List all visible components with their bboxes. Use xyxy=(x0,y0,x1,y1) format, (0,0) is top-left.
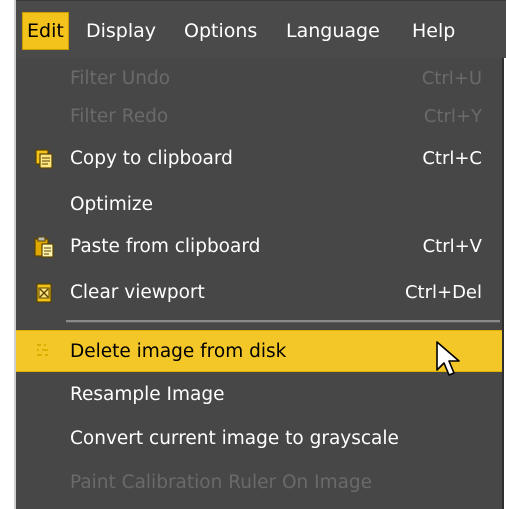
clear-viewport-icon xyxy=(33,282,55,304)
menu-item-label: Paste from clipboard xyxy=(70,236,261,257)
menu-item-delete-image-from-disk[interactable]: Delete image from disk xyxy=(16,330,502,372)
menu-options[interactable]: Options xyxy=(184,11,257,51)
menu-item-shortcut: Ctrl+Y xyxy=(423,106,482,127)
menu-item-label: Delete image from disk xyxy=(70,341,287,362)
mouse-pointer-icon xyxy=(434,340,464,380)
menu-item-filter-undo[interactable]: Filter Undo Ctrl+U xyxy=(16,58,502,100)
menu-item-paste-from-clipboard[interactable]: Paste from clipboard Ctrl+V xyxy=(16,226,502,268)
edit-dropdown-menu: Filter Undo Ctrl+U Filter Redo Ctrl+Y Co… xyxy=(16,58,504,509)
menu-item-filter-redo[interactable]: Filter Redo Ctrl+Y xyxy=(16,96,502,138)
menu-item-shortcut: Ctrl+U xyxy=(421,68,482,89)
copy-icon xyxy=(33,148,55,170)
menu-item-copy-to-clipboard[interactable]: Copy to clipboard Ctrl+C xyxy=(16,138,502,180)
menu-item-label: Optimize xyxy=(70,194,153,215)
menu-item-optimize[interactable]: Optimize xyxy=(16,184,502,226)
paste-icon xyxy=(33,236,55,258)
menu-item-convert-to-grayscale[interactable]: Convert current image to grayscale xyxy=(16,418,502,460)
menu-separator xyxy=(66,320,500,323)
menu-item-label: Filter Undo xyxy=(70,68,171,89)
menu-language[interactable]: Language xyxy=(286,11,380,51)
menu-item-label: Filter Redo xyxy=(70,106,169,127)
menu-item-shortcut: Ctrl+Del xyxy=(404,282,482,303)
menu-help[interactable]: Help xyxy=(412,11,455,51)
menu-item-label: Convert current image to grayscale xyxy=(70,428,399,449)
menu-item-label: Clear viewport xyxy=(70,282,205,303)
menu-item-label: Paint Calibration Ruler On Image xyxy=(70,472,373,493)
menu-item-clear-viewport[interactable]: Clear viewport Ctrl+Del xyxy=(16,272,502,314)
menu-item-paint-calibration-ruler[interactable]: Paint Calibration Ruler On Image xyxy=(16,462,502,504)
menu-edit[interactable]: Edit xyxy=(22,12,69,50)
menu-item-shortcut: Ctrl+V xyxy=(422,236,482,257)
menu-item-label: Resample Image xyxy=(70,384,225,405)
delete-icon xyxy=(33,341,55,363)
menu-item-resample-image[interactable]: Resample Image xyxy=(16,374,502,416)
menu-item-label: Copy to clipboard xyxy=(70,148,233,169)
menu-item-shortcut: Ctrl+C xyxy=(422,148,482,169)
menu-bar: Edit Display Options Language Help xyxy=(16,0,506,58)
menu-display[interactable]: Display xyxy=(86,11,156,51)
